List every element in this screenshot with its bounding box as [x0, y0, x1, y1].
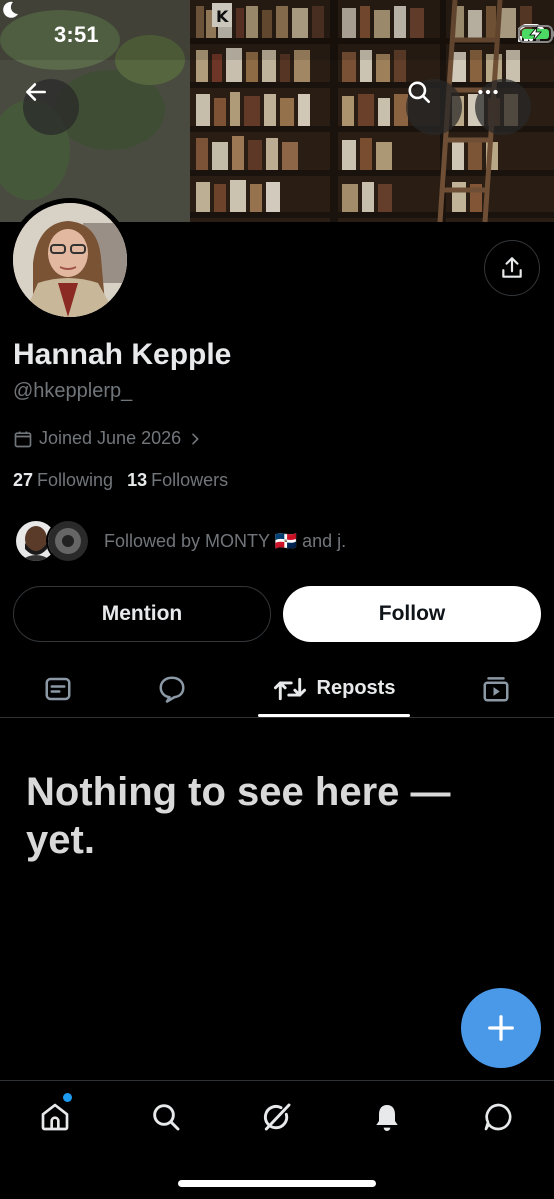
joined-date[interactable]: Joined June 2026	[13, 428, 203, 449]
search-icon	[153, 1104, 180, 1131]
tab-media[interactable]	[468, 660, 524, 717]
profile-handle: @hkepplerp_	[13, 380, 133, 402]
nav-search[interactable]	[138, 1095, 194, 1139]
followers-link[interactable]: 13 Followers	[127, 470, 228, 491]
nav-home[interactable]	[27, 1095, 83, 1139]
tab-replies[interactable]	[144, 660, 200, 717]
back-button[interactable]	[23, 79, 79, 135]
more-horizontal-icon	[478, 89, 498, 95]
grok-icon	[263, 1103, 291, 1131]
followed-by[interactable]: Followed by MONTY 🇩🇴 and j.	[14, 519, 346, 563]
moon-icon	[3, 1, 18, 18]
profile-name: Hannah Kepple	[13, 338, 232, 371]
replies-icon	[159, 676, 185, 703]
posts-icon	[45, 677, 71, 700]
home-icon	[41, 1103, 69, 1131]
follow-counts: 27 Following 13 Followers	[13, 470, 228, 491]
follower-avatar	[46, 519, 90, 563]
following-count: 27	[13, 470, 34, 490]
notifications-icon	[376, 1105, 398, 1131]
profile-avatar[interactable]	[8, 198, 132, 322]
arrow-left-icon	[26, 83, 46, 101]
tab-posts[interactable]	[30, 660, 86, 717]
more-button[interactable]	[475, 79, 531, 135]
profile-banner[interactable]: K 3:51	[0, 0, 554, 222]
search-icon	[408, 81, 431, 104]
nav-notifications[interactable]	[359, 1095, 415, 1139]
nav-grok[interactable]	[249, 1095, 305, 1139]
follow-button[interactable]: Follow	[283, 586, 541, 642]
home-notification-dot	[63, 1093, 72, 1102]
followers-count: 13	[127, 470, 148, 490]
mention-button[interactable]: Mention	[13, 586, 271, 642]
empty-state-title: Nothing to see here — yet.	[26, 770, 451, 862]
tab-reposts[interactable]: Reposts	[258, 660, 410, 717]
messages-icon	[484, 1103, 512, 1131]
tab-reposts-label: Reposts	[316, 677, 396, 699]
share-icon	[502, 257, 522, 278]
status-time: 3:51	[54, 22, 99, 47]
joined-text: Joined June 2026	[39, 428, 182, 448]
chevron-right-icon	[192, 433, 199, 444]
battery-charging-icon	[518, 25, 554, 43]
home-indicator	[178, 1180, 376, 1187]
compose-button[interactable]	[461, 988, 541, 1068]
active-tab-indicator	[258, 714, 410, 717]
following-link[interactable]: 27 Following	[13, 470, 113, 491]
followers-label: Followers	[151, 470, 229, 490]
search-button[interactable]	[406, 79, 462, 135]
repost-icon	[273, 677, 306, 700]
following-label: Following	[37, 470, 114, 490]
media-icon	[483, 676, 509, 701]
nav-messages[interactable]	[470, 1095, 526, 1139]
followed-by-text: Followed by MONTY 🇩🇴 and j.	[104, 530, 347, 551]
avatar-photo	[13, 203, 127, 317]
profile-tabs: Reposts	[0, 660, 554, 718]
plus-icon	[488, 1015, 514, 1041]
calendar-icon	[14, 431, 32, 447]
share-button[interactable]	[484, 240, 540, 296]
